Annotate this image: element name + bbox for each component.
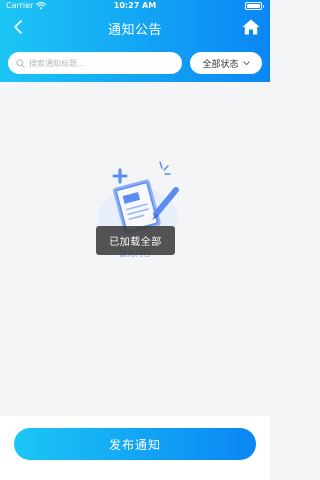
header: Carrier 10:27 AM 通知公告 搜索通知标题... 全部状态 [0,0,270,82]
toast-message: 已加载全部 [96,226,175,255]
status-time: 10:27 AM [113,1,157,10]
status-filter-label: 全部状态 [202,59,239,70]
chevron-down-icon [242,60,250,65]
search-icon [16,58,25,68]
notice-list: 暂无内容 已加载全部 [0,82,270,416]
status-bar: Carrier 10:27 AM [0,0,270,12]
nav-bar: 通知公告 [0,12,270,42]
search-box[interactable] [8,52,182,74]
filter-row: 全部状态 [0,50,270,78]
home-button[interactable] [240,16,262,38]
page-title: 通知公告 [107,23,162,38]
battery-icon [245,2,264,10]
home-icon [242,19,260,35]
bottom-bar: 发布通知 [0,416,270,480]
search-input[interactable] [29,58,179,68]
publish-notice-button[interactable]: 发布通知 [14,428,256,460]
status-filter-select[interactable]: 全部状态 [190,52,262,74]
